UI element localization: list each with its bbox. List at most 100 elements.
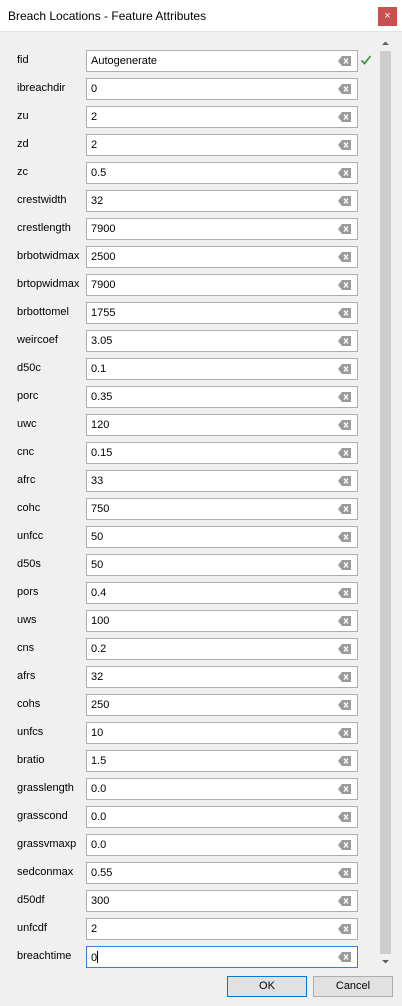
clear-field-icon[interactable]	[338, 392, 351, 402]
field-row-unfcc: unfcc 50	[4, 526, 374, 548]
ok-button[interactable]: OK	[227, 976, 307, 997]
afrc-input[interactable]: 33	[86, 470, 358, 492]
scrollbar-thumb[interactable]	[380, 51, 391, 954]
clear-field-icon[interactable]	[338, 448, 351, 458]
brbotwidmax-input[interactable]: 2500	[86, 246, 358, 268]
field-row-weircoef: weircoef 3.05	[4, 330, 374, 352]
field-value: 100	[91, 615, 110, 627]
clear-field-icon[interactable]	[338, 588, 351, 598]
clear-field-icon[interactable]	[338, 140, 351, 150]
field-row-grasscond: grasscond 0.0	[4, 806, 374, 828]
clear-field-icon[interactable]	[338, 644, 351, 654]
cnc-input[interactable]: 0.15	[86, 442, 358, 464]
pors-input[interactable]: 0.4	[86, 582, 358, 604]
clear-field-icon[interactable]	[338, 56, 351, 66]
clear-field-icon[interactable]	[338, 476, 351, 486]
clear-field-icon[interactable]	[338, 784, 351, 794]
clear-field-icon[interactable]	[338, 560, 351, 570]
clear-field-icon[interactable]	[338, 84, 351, 94]
sedconmax-input[interactable]: 0.55	[86, 862, 358, 884]
brtopwidmax-input[interactable]: 7900	[86, 274, 358, 296]
unfcdf-input[interactable]: 2	[86, 918, 358, 940]
field-value: 120	[91, 419, 110, 431]
field-row-crestlength: crestlength 7900	[4, 218, 374, 240]
fid-input[interactable]: Autogenerate	[86, 50, 358, 72]
field-row-brtopwidmax: brtopwidmax 7900	[4, 274, 374, 296]
field-label: cns	[17, 642, 35, 654]
field-label: ibreachdir	[17, 82, 66, 94]
field-label: pors	[17, 586, 39, 598]
zu-input[interactable]: 2	[86, 106, 358, 128]
field-value: 0.35	[91, 391, 113, 403]
clear-field-icon[interactable]	[338, 840, 351, 850]
clear-field-icon[interactable]	[338, 924, 351, 934]
clear-field-icon[interactable]	[338, 168, 351, 178]
d50s-input[interactable]: 50	[86, 554, 358, 576]
cohc-input[interactable]: 750	[86, 498, 358, 520]
zd-input[interactable]: 2	[86, 134, 358, 156]
clear-field-icon[interactable]	[338, 672, 351, 682]
clear-field-icon[interactable]	[338, 280, 351, 290]
field-row-d50df: d50df 300	[4, 890, 374, 912]
clear-field-icon[interactable]	[338, 308, 351, 318]
cns-input[interactable]: 0.2	[86, 638, 358, 660]
field-row-uwc: uwc 120	[4, 414, 374, 436]
crestwidth-input[interactable]: 32	[86, 190, 358, 212]
ibreachdir-input[interactable]: 0	[86, 78, 358, 100]
crestlength-input[interactable]: 7900	[86, 218, 358, 240]
scroll-up-arrow-icon[interactable]	[378, 36, 393, 51]
clear-field-icon[interactable]	[338, 532, 351, 542]
clear-field-icon[interactable]	[338, 952, 351, 962]
field-label: afrc	[17, 474, 36, 486]
field-label: grasslength	[17, 782, 74, 794]
grasslength-input[interactable]: 0.0	[86, 778, 358, 800]
clear-field-icon[interactable]	[338, 252, 351, 262]
field-row-unfcs: unfcs 10	[4, 722, 374, 744]
field-value: 0	[91, 951, 99, 964]
bratio-input[interactable]: 1.5	[86, 750, 358, 772]
grasscond-input[interactable]: 0.0	[86, 806, 358, 828]
cohs-input[interactable]: 250	[86, 694, 358, 716]
clear-field-icon[interactable]	[338, 364, 351, 374]
zc-input[interactable]: 0.5	[86, 162, 358, 184]
clear-field-icon[interactable]	[338, 896, 351, 906]
field-row-bratio: bratio 1.5	[4, 750, 374, 772]
clear-field-icon[interactable]	[338, 224, 351, 234]
clear-field-icon[interactable]	[338, 868, 351, 878]
field-value: 250	[91, 699, 110, 711]
window-title: Breach Locations - Feature Attributes	[8, 9, 207, 23]
grassvmaxp-input[interactable]: 0.0	[86, 834, 358, 856]
unfcc-input[interactable]: 50	[86, 526, 358, 548]
field-label: brbottomel	[17, 306, 69, 318]
clear-field-icon[interactable]	[338, 700, 351, 710]
brbottomel-input[interactable]: 1755	[86, 302, 358, 324]
clear-field-icon[interactable]	[338, 196, 351, 206]
close-button[interactable]: ×	[378, 7, 397, 26]
cancel-button[interactable]: Cancel	[313, 976, 393, 997]
clear-field-icon[interactable]	[338, 756, 351, 766]
clear-field-icon[interactable]	[338, 616, 351, 626]
clear-field-icon[interactable]	[338, 420, 351, 430]
field-label: uwc	[17, 418, 37, 430]
field-label: zd	[17, 138, 29, 150]
scroll-down-arrow-icon[interactable]	[378, 954, 393, 969]
d50c-input[interactable]: 0.1	[86, 358, 358, 380]
weircoef-input[interactable]: 3.05	[86, 330, 358, 352]
field-value: 2	[91, 139, 98, 151]
afrs-input[interactable]: 32	[86, 666, 358, 688]
breachtime-input[interactable]: 0	[86, 946, 358, 968]
clear-field-icon[interactable]	[338, 112, 351, 122]
field-label: d50c	[17, 362, 41, 374]
d50df-input[interactable]: 300	[86, 890, 358, 912]
unfcs-input[interactable]: 10	[86, 722, 358, 744]
field-label: d50s	[17, 558, 41, 570]
uws-input[interactable]: 100	[86, 610, 358, 632]
clear-field-icon[interactable]	[338, 812, 351, 822]
clear-field-icon[interactable]	[338, 336, 351, 346]
uwc-input[interactable]: 120	[86, 414, 358, 436]
vertical-scrollbar[interactable]	[378, 36, 393, 969]
field-row-unfcdf: unfcdf 2	[4, 918, 374, 940]
clear-field-icon[interactable]	[338, 504, 351, 514]
porc-input[interactable]: 0.35	[86, 386, 358, 408]
clear-field-icon[interactable]	[338, 728, 351, 738]
